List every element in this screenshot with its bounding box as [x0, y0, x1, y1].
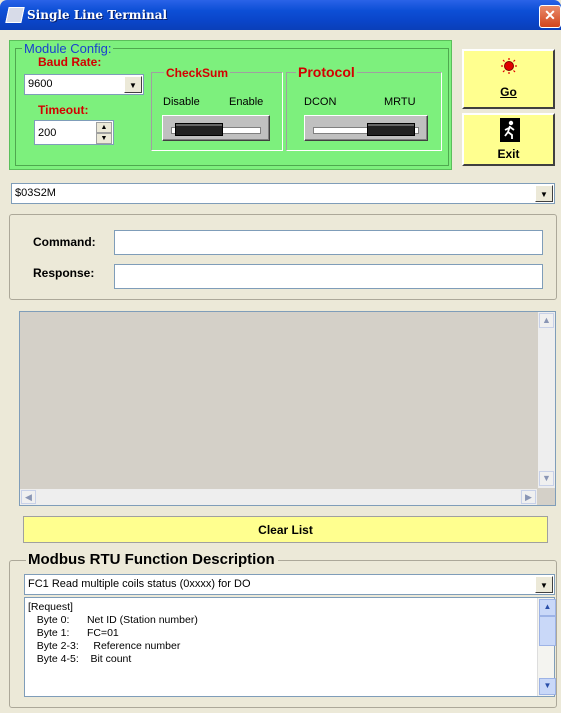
vertical-scrollbar[interactable] — [538, 312, 555, 488]
checksum-label: CheckSum — [164, 66, 231, 80]
exit-label: Exit — [497, 147, 520, 161]
go-button[interactable]: Go — [462, 49, 555, 109]
stepper-down-icon[interactable]: ▼ — [96, 133, 112, 144]
baud-rate-label: Baud Rate: — [38, 55, 102, 69]
horizontal-scrollbar[interactable] — [20, 489, 537, 505]
timeout-stepper[interactable]: 200 ▲ ▼ — [34, 120, 114, 145]
chevron-down-icon[interactable]: ▼ — [535, 185, 553, 202]
go-label: Go — [500, 85, 517, 99]
function-select[interactable]: FC1 Read multiple coils status (0xxxx) f… — [24, 574, 555, 595]
running-man-icon — [500, 118, 520, 142]
window-title: Single Line Terminal — [27, 8, 168, 22]
command-field[interactable] — [114, 230, 543, 255]
protocol-label: Protocol — [296, 64, 357, 80]
command-label: Command: — [33, 235, 96, 249]
command-history-select[interactable]: $03S2M ▼ — [11, 183, 555, 204]
timeout-label: Timeout: — [38, 103, 89, 117]
scroll-right-icon[interactable]: ▶ — [521, 490, 536, 504]
chevron-down-icon[interactable]: ▼ — [535, 576, 553, 593]
scroll-down-icon[interactable]: ▼ — [539, 471, 554, 486]
title-bar: Single Line Terminal ✕ — [0, 0, 561, 30]
scroll-left-icon[interactable]: ◀ — [21, 490, 36, 504]
baud-rate-select[interactable]: 9600 ▼ — [24, 74, 144, 95]
module-config-legend: Module Config: — [22, 41, 114, 56]
chevron-down-icon[interactable]: ▼ — [124, 76, 142, 93]
response-field[interactable] — [114, 264, 543, 289]
clear-list-button[interactable]: Clear List — [23, 516, 548, 543]
exit-button[interactable]: Exit — [462, 113, 555, 166]
app-icon — [5, 7, 25, 23]
scroll-up-icon[interactable]: ▲ — [539, 313, 554, 328]
description-textbox[interactable]: [Request] Byte 0: Net ID (Station number… — [24, 597, 556, 697]
toggle-thumb[interactable] — [175, 123, 223, 136]
protocol-dcon-label: DCON — [304, 96, 337, 108]
stepper-up-icon[interactable]: ▲ — [96, 122, 112, 133]
modbus-heading: Modbus RTU Function Description — [26, 551, 278, 568]
toggle-thumb[interactable] — [367, 123, 415, 136]
response-label: Response: — [33, 266, 95, 280]
scroll-down-icon[interactable]: ▼ — [539, 678, 556, 695]
protocol-mrtu-label: MRTU — [384, 96, 416, 108]
output-list[interactable] — [19, 311, 556, 506]
scroll-thumb[interactable] — [539, 616, 556, 646]
checksum-toggle[interactable] — [162, 115, 270, 141]
checksum-disable-label: Disable — [163, 96, 200, 108]
checksum-enable-label: Enable — [229, 96, 264, 108]
protocol-toggle[interactable] — [304, 115, 428, 141]
close-button[interactable]: ✕ — [539, 5, 561, 28]
scroll-up-icon[interactable]: ▲ — [539, 599, 556, 616]
description-scrollbar[interactable]: ▲ ▼ — [537, 598, 556, 696]
description-text: [Request] Byte 0: Net ID (Station number… — [28, 601, 198, 665]
red-light-icon — [501, 58, 517, 74]
